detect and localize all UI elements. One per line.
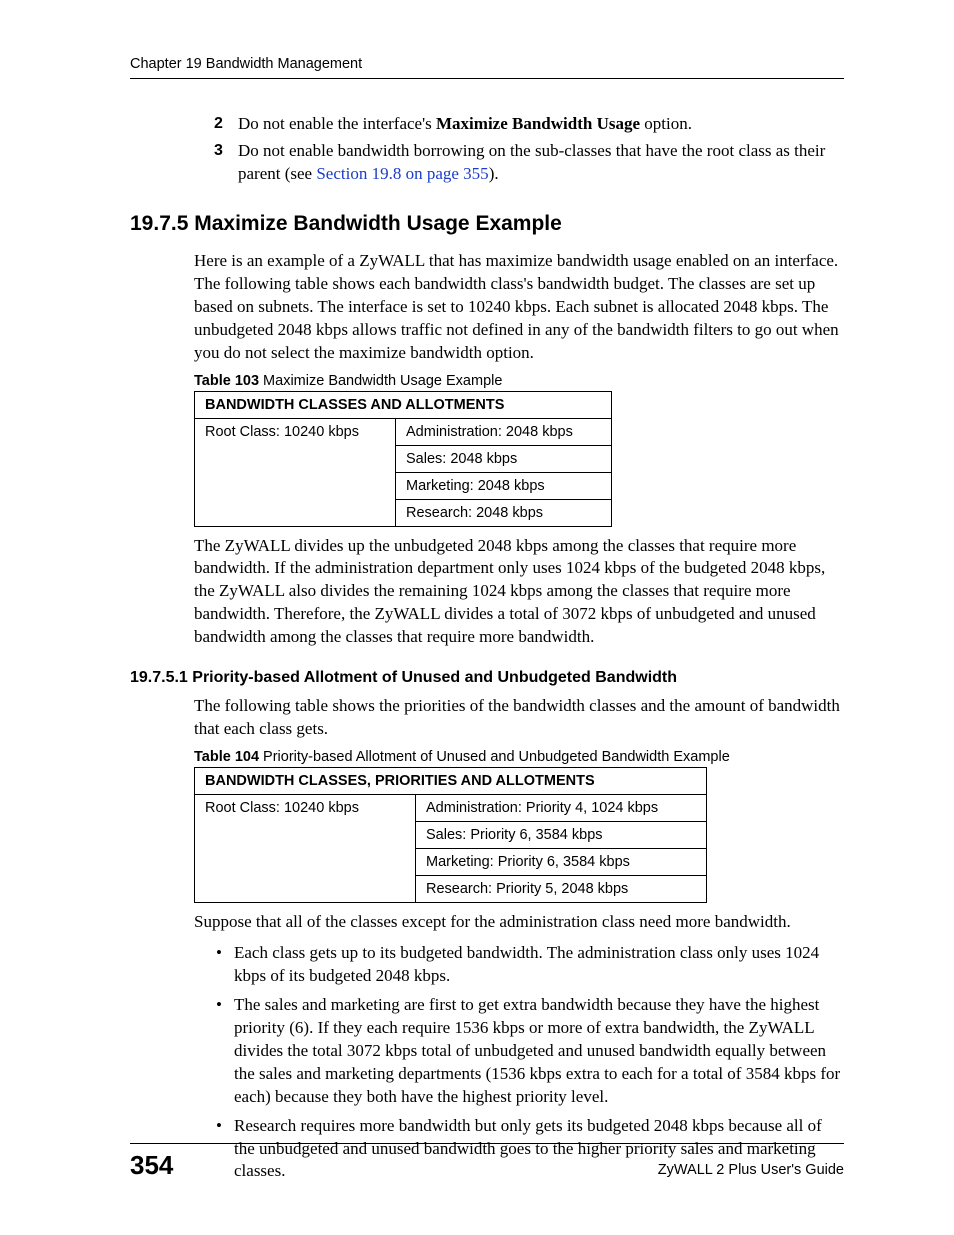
subsection-heading: 19.7.5.1 Priority-based Allotment of Unu… [130, 669, 844, 687]
step-number: 3 [214, 140, 223, 162]
step-2: 2 Do not enable the interface's Maximize… [238, 113, 844, 136]
caption-title: Maximize Bandwidth Usage Example [259, 373, 502, 389]
caption-number: Table 103 [194, 373, 259, 389]
subsection-intro: The following table shows the priorities… [130, 695, 844, 741]
caption-title: Priority-based Allotment of Unused and U… [259, 749, 730, 765]
section-intro: Here is an example of a ZyWALL that has … [130, 250, 844, 365]
root-class-cell: Root Class: 10240 kbps [195, 795, 416, 903]
running-header: Chapter 19 Bandwidth Management [130, 56, 844, 78]
table-cell: Sales: Priority 6, 3584 kbps [416, 822, 707, 849]
table-header: BANDWIDTH CLASSES, PRIORITIES AND ALLOTM… [195, 768, 707, 795]
table-cell: Marketing: 2048 kbps [396, 472, 612, 499]
step-text-pre: Do not enable the interface's [238, 114, 436, 133]
after-table-103: The ZyWALL divides up the unbudgeted 204… [130, 535, 844, 650]
table-103-caption: Table 103 Maximize Bandwidth Usage Examp… [194, 373, 844, 389]
page-number: 354 [130, 1150, 173, 1181]
section-heading: 19.7.5 Maximize Bandwidth Usage Example [130, 212, 844, 236]
step-number: 2 [214, 113, 223, 135]
list-item: The sales and marketing are first to get… [234, 994, 844, 1109]
table-104: BANDWIDTH CLASSES, PRIORITIES AND ALLOTM… [194, 767, 707, 903]
table-cell: Administration: 2048 kbps [396, 418, 612, 445]
table-cell: Research: 2048 kbps [396, 499, 612, 526]
table-header: BANDWIDTH CLASSES AND ALLOTMENTS [195, 391, 612, 418]
guide-title: ZyWALL 2 Plus User's Guide [658, 1162, 844, 1178]
footer-rule [130, 1143, 844, 1144]
header-rule [130, 78, 844, 79]
table-cell: Administration: Priority 4, 1024 kbps [416, 795, 707, 822]
table-cell: Research: Priority 5, 2048 kbps [416, 876, 707, 903]
root-class-cell: Root Class: 10240 kbps [195, 418, 396, 526]
list-item: Each class gets up to its budgeted bandw… [234, 942, 844, 988]
table-cell: Marketing: Priority 6, 3584 kbps [416, 849, 707, 876]
numbered-steps: 2 Do not enable the interface's Maximize… [130, 113, 844, 186]
step-text-post: option. [640, 114, 692, 133]
step-3: 3 Do not enable bandwidth borrowing on t… [238, 140, 844, 186]
step-text-post: ). [489, 164, 499, 183]
caption-number: Table 104 [194, 749, 259, 765]
step-text-bold: Maximize Bandwidth Usage [436, 114, 640, 133]
table-104-caption: Table 104 Priority-based Allotment of Un… [194, 749, 844, 765]
after-table-104: Suppose that all of the classes except f… [130, 911, 844, 934]
page-footer: 354 ZyWALL 2 Plus User's Guide [130, 1143, 844, 1181]
table-103: BANDWIDTH CLASSES AND ALLOTMENTS Root Cl… [194, 391, 612, 527]
table-cell: Sales: 2048 kbps [396, 445, 612, 472]
cross-ref-link[interactable]: Section 19.8 on page 355 [316, 164, 488, 183]
